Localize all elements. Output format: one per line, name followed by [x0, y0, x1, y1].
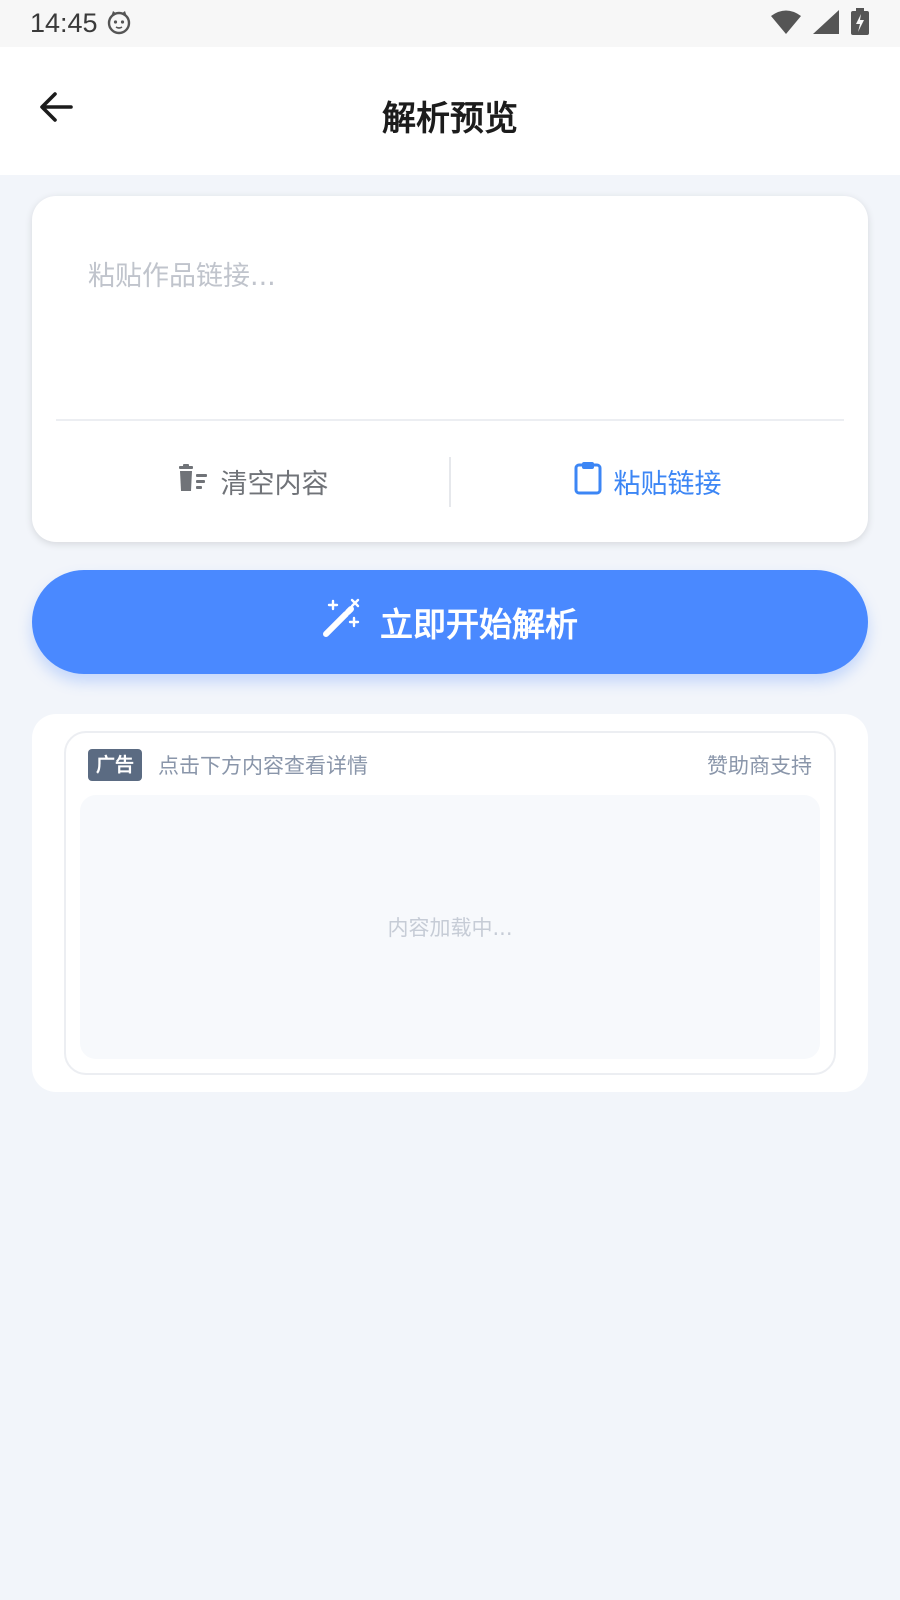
paste-link-button[interactable]: 粘贴链接: [451, 421, 844, 542]
ad-hint: 点击下方内容查看详情: [158, 754, 369, 778]
ad-content[interactable]: 内容加载中...: [80, 795, 820, 1059]
page-title: 解析预览: [382, 99, 518, 139]
magic-wand-icon: [322, 598, 362, 646]
signal-icon: [812, 9, 840, 39]
cat-face-icon: [106, 9, 132, 39]
app-bar: 解析预览: [0, 47, 900, 175]
start-parse-button[interactable]: 立即开始解析: [32, 570, 868, 674]
wifi-icon: [770, 9, 802, 39]
status-bar: 14:45: [0, 0, 900, 47]
battery-charging-icon: [850, 7, 870, 40]
status-left: 14:45: [30, 8, 132, 39]
clipboard-icon: [574, 461, 602, 502]
ad-panel: 广告 点击下方内容查看详情 赞助商支持 内容加载中...: [32, 714, 868, 1092]
ad-box: 广告 点击下方内容查看详情 赞助商支持 内容加载中...: [64, 731, 836, 1075]
ad-badge: 广告: [88, 749, 143, 781]
clear-content-button[interactable]: 清空内容: [56, 421, 449, 542]
clear-list-icon: [177, 464, 209, 499]
link-input-card: 清空内容 粘贴链接: [32, 196, 868, 542]
link-input[interactable]: [56, 226, 844, 406]
ad-loading-text: 内容加载中...: [387, 916, 513, 940]
ad-header: 广告 点击下方内容查看详情 赞助商支持: [88, 747, 812, 783]
status-time: 14:45: [30, 8, 98, 38]
clear-content-label: 清空内容: [220, 469, 329, 500]
start-parse-label: 立即开始解析: [380, 605, 578, 644]
ad-sponsor-label: 赞助商支持: [707, 754, 812, 778]
paste-link-label: 粘贴链接: [613, 469, 722, 500]
status-right: [770, 7, 870, 40]
input-actions: 清空内容 粘贴链接: [56, 421, 844, 542]
